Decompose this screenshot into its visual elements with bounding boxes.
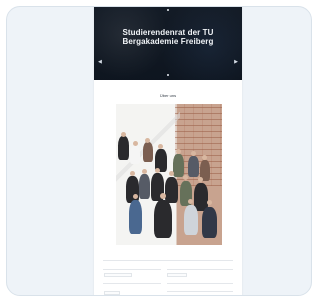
person-6 [188,156,199,177]
person-16 [184,205,198,235]
person-17-head [207,200,212,205]
hero-banner: Studierendenrat der TU Bergakademie Frei… [94,7,242,80]
carousel-next-icon[interactable]: ▶ [234,60,238,65]
person-12-head [183,175,188,180]
person-2 [130,146,140,164]
person-16-head [188,199,193,204]
form-field-left[interactable] [104,273,132,277]
top-indicator-icon [167,9,169,11]
person-9-head [142,169,147,174]
person-5 [173,154,184,177]
person-14-head [133,194,138,199]
form-divider-top [103,260,233,261]
person-14 [129,200,142,234]
form-divider-middle-right [167,283,233,284]
person-15 [154,200,172,238]
info-form [103,260,233,295]
hero-title-line-2: Bergakademie Freiberg [122,36,214,46]
form-divider-right [167,269,233,270]
form-divider-middle-left [103,283,161,284]
person-15-head [160,193,166,199]
person-10-head [155,168,160,173]
form-field-bottom-left[interactable] [104,291,120,295]
person-7-head [202,155,207,160]
carousel-prev-icon[interactable]: ◀ [98,60,102,65]
person-1 [118,136,129,160]
website-preview: Studierendenrat der TU Bergakademie Frei… [94,7,242,295]
person-11-head [169,171,174,176]
person-5-head [176,149,181,154]
person-1-head [121,132,126,137]
form-field-right[interactable] [167,273,187,277]
hero-title: Studierendenrat der TU Bergakademie Frei… [94,28,242,47]
person-8 [126,176,139,203]
form-divider-left [103,269,161,270]
person-3 [143,142,153,162]
team-photo [116,104,222,245]
section-title: Über uns [159,93,177,98]
person-4-head [158,144,163,149]
person-2-head [133,141,138,146]
person-13-head [198,177,203,182]
form-divider-bottom-right [167,291,233,292]
person-6-head [191,151,196,156]
person-17 [202,207,217,238]
person-3-head [145,138,150,143]
person-9 [139,174,150,199]
carousel-indicator-icon [167,74,169,76]
person-11 [165,177,178,203]
person-8-head [130,171,135,176]
preview-card: Studierendenrat der TU Bergakademie Frei… [6,6,312,296]
